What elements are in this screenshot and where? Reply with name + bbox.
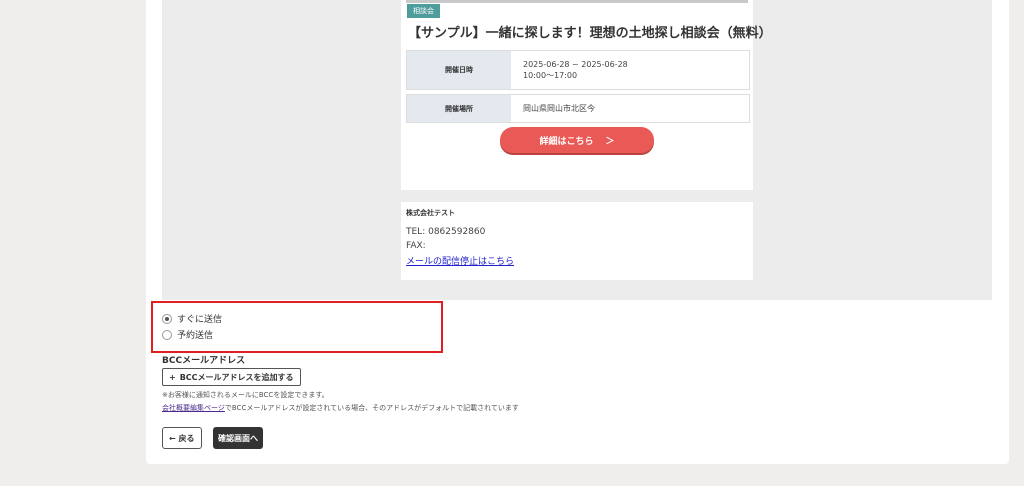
back-button-label: ← 戻る xyxy=(169,433,195,443)
info-label: 開催日時 xyxy=(407,51,511,89)
date-range: 2025-06-28 ~ 2025-06-28 xyxy=(523,60,628,69)
plus-icon: + xyxy=(169,372,176,382)
bcc-default-note-text: でBCCメールアドレスが設定されている場合、そのアドレスがデフォルトで記載されて… xyxy=(224,404,519,412)
info-value: 2025-06-28 ~ 2025-06-28 10:00〜17:00 xyxy=(511,51,749,89)
bcc-default-note: 会社概要編集ページでBCCメールアドレスが設定されている場合、そのアドレスがデフ… xyxy=(162,403,519,413)
confirm-button-label: 確認画面へ xyxy=(218,433,258,443)
radio-label: 予約送信 xyxy=(177,331,214,341)
add-bcc-button[interactable]: + BCCメールアドレスを追加する xyxy=(162,368,301,386)
bcc-heading: BCCメールアドレス xyxy=(162,356,246,366)
bcc-note: ※お客様に通知されるメールにBCCを設定できます。 xyxy=(162,391,329,399)
detail-button[interactable]: 詳細はこちら ＞ xyxy=(500,127,654,153)
category-tag: 相談会 xyxy=(407,4,440,18)
location-text: 岡山県岡山市北区今 xyxy=(523,104,595,113)
tel-text: TEL: 0862592860 xyxy=(406,227,486,237)
company-profile-link[interactable]: 会社概要編集ページ xyxy=(162,404,225,412)
radio-scheduled-send[interactable]: 予約送信 xyxy=(162,328,213,341)
confirm-button[interactable]: 確認画面へ xyxy=(213,427,263,449)
company-name: 株式会社テスト xyxy=(406,209,455,217)
fax-text: FAX: xyxy=(406,241,426,251)
chevron-right-icon: ＞ xyxy=(605,136,615,147)
info-row-location: 開催場所 岡山県岡山市北区今 xyxy=(406,94,750,123)
unsubscribe-link[interactable]: メールの配信停止はこちら xyxy=(406,254,514,267)
send-timing-highlight xyxy=(151,301,443,353)
radio-send-now[interactable]: すぐに送信 xyxy=(162,312,222,325)
event-title: 【サンプル】一緒に探します！理想の土地探し相談会（無料） xyxy=(408,26,772,41)
add-bcc-label: BCCメールアドレスを追加する xyxy=(179,372,294,382)
info-label: 開催場所 xyxy=(407,95,511,122)
radio-unchecked-icon[interactable] xyxy=(162,329,172,340)
event-image xyxy=(406,0,748,3)
radio-label: すぐに送信 xyxy=(177,315,223,325)
detail-button-label: 詳細はこちら xyxy=(539,136,594,147)
radio-checked-icon[interactable] xyxy=(162,313,172,324)
info-row-datetime: 開催日時 2025-06-28 ~ 2025-06-28 10:00〜17:00 xyxy=(406,50,750,90)
time-range: 10:00〜17:00 xyxy=(523,71,578,80)
back-button[interactable]: ← 戻る xyxy=(162,427,202,449)
info-value: 岡山県岡山市北区今 xyxy=(511,95,749,122)
